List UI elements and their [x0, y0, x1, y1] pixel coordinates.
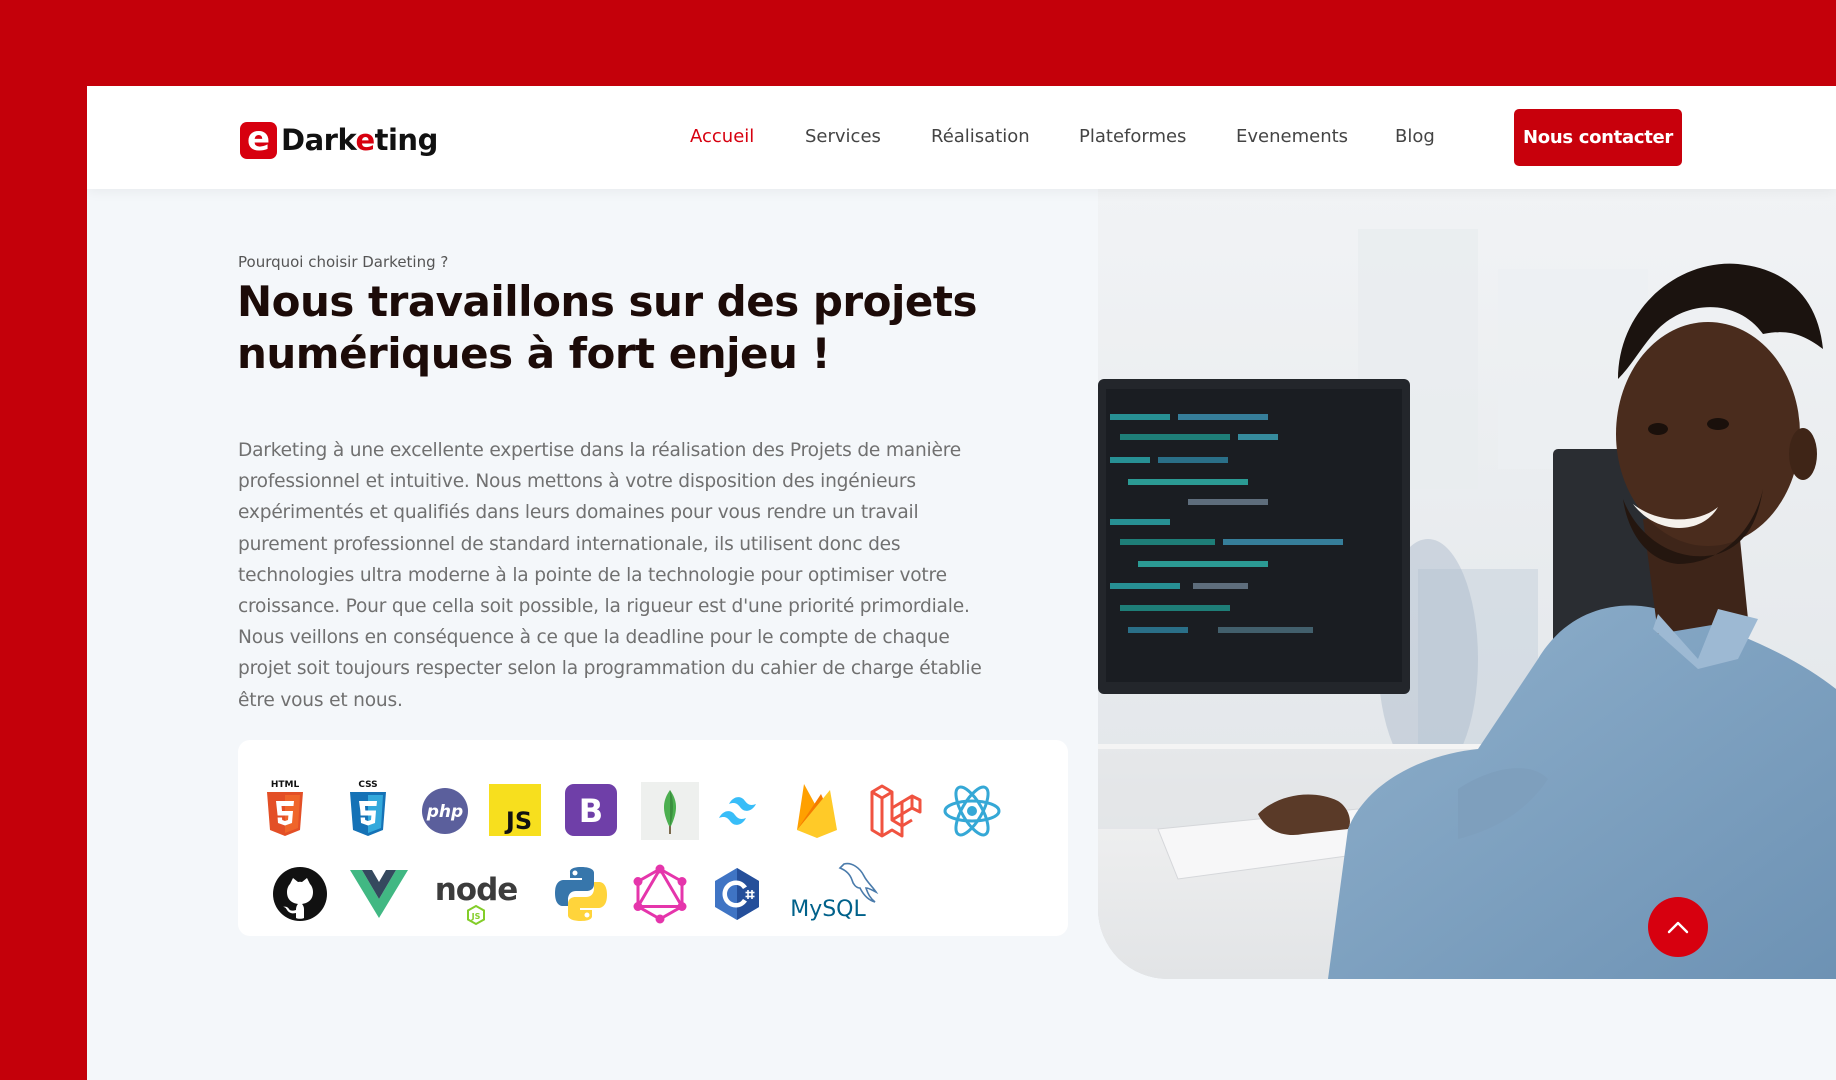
javascript-icon: JS	[489, 784, 541, 836]
bootstrap-label: B	[579, 792, 603, 830]
logo[interactable]: e Darketing	[240, 120, 438, 160]
section-description: Darketing à une excellente expertise dan…	[238, 440, 982, 711]
page: e Darketing Accueil Services Réalisation…	[87, 86, 1836, 1080]
nodejs-sub-label: JS	[471, 912, 481, 921]
bootstrap-icon: B	[565, 784, 617, 836]
logo-text-start: Dark	[281, 123, 356, 157]
section-title: Nous travaillons sur des projets numériq…	[237, 277, 977, 378]
css3-label: CSS	[358, 780, 377, 790]
logo-text: Darketing	[281, 123, 438, 157]
github-icon	[273, 867, 327, 921]
html5-icon: HTML	[267, 780, 303, 836]
react-icon	[943, 785, 1001, 837]
contact-button[interactable]: Nous contacter	[1514, 109, 1682, 166]
php-icon: php	[422, 788, 468, 834]
nav-link-evenements[interactable]: Evenements	[1236, 126, 1348, 147]
firebase-icon	[797, 784, 837, 838]
hero-photo	[1098, 189, 1836, 979]
section-eyebrow: Pourquoi choisir Darketing ?	[238, 253, 449, 271]
nav-link-accueil[interactable]: Accueil	[690, 126, 754, 147]
javascript-label: JS	[504, 807, 532, 835]
php-label: php	[426, 802, 463, 822]
nav-link-blog[interactable]: Blog	[1395, 126, 1435, 147]
mysql-icon: MySQL	[790, 862, 879, 922]
developer-at-computer-image	[1098, 189, 1836, 979]
c-sharp-icon	[715, 868, 759, 920]
chevron-up-icon	[1667, 921, 1689, 934]
nav-link-realisation[interactable]: Réalisation	[931, 126, 1030, 147]
html5-label: HTML	[271, 780, 300, 790]
graphql-icon	[633, 864, 687, 924]
nodejs-icon: node JS	[435, 872, 518, 926]
nav-link-plateformes[interactable]: Plateformes	[1079, 126, 1186, 147]
vue-icon	[350, 870, 408, 918]
mysql-label: MySQL	[790, 897, 866, 922]
logo-text-highlight: e	[355, 123, 375, 157]
technology-card: HTML CSS php JS B node JS MySQL	[238, 740, 1068, 936]
laravel-icon	[870, 784, 922, 838]
logo-badge-icon: e	[240, 121, 277, 159]
navbar: e Darketing Accueil Services Réalisation…	[87, 86, 1836, 189]
python-icon	[555, 867, 607, 921]
nav-link-services[interactable]: Services	[805, 126, 881, 147]
mongodb-icon	[641, 782, 699, 840]
css3-icon: CSS	[350, 780, 386, 836]
nodejs-label: node	[435, 872, 518, 908]
scroll-to-top-button[interactable]	[1648, 897, 1708, 957]
tailwind-icon	[719, 797, 756, 825]
logo-text-end: ting	[374, 123, 439, 157]
